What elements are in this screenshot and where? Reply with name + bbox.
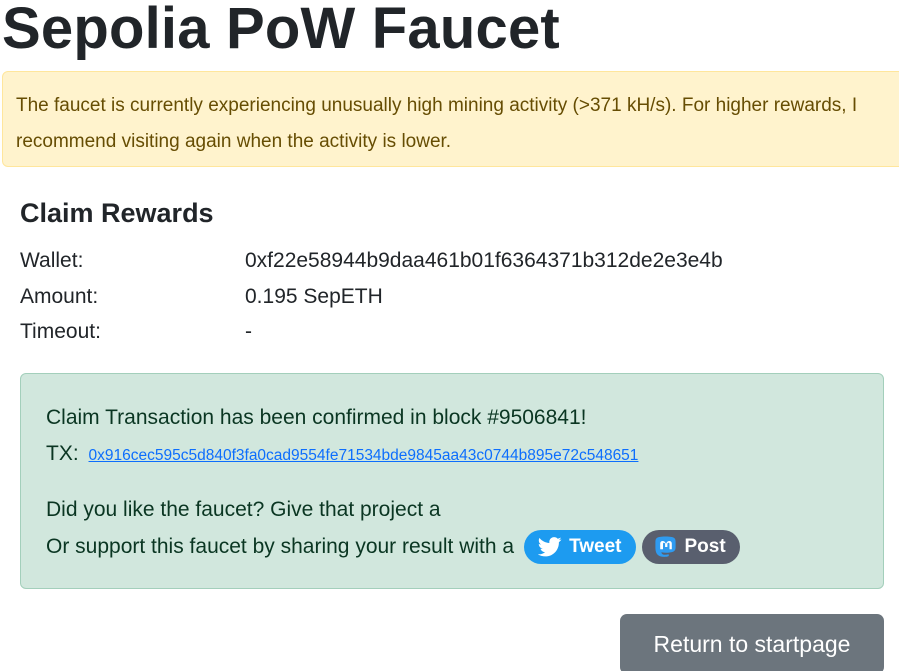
wallet-row: Wallet: 0xf22e58944b9daa461b01f6364371b31… — [20, 247, 723, 275]
warning-text: The faucet is currently experiencing unu… — [16, 95, 858, 152]
wallet-label: Wallet: — [20, 249, 84, 272]
twitter-bird-icon — [538, 537, 562, 557]
tweet-button[interactable]: Tweet — [524, 530, 636, 564]
transaction-hash-link[interactable]: 0x916cec595c5d840f3fa0cad9554fe71534bde9… — [89, 447, 639, 464]
mastodon-post-button[interactable]: Post — [641, 530, 740, 564]
share-line: Or support this faucet by sharing your r… — [46, 530, 740, 564]
wallet-address: 0xf22e58944b9daa461b01f6364371b312de2e3e… — [245, 249, 723, 272]
post-label: Post — [684, 536, 726, 557]
share-message: Or support this faucet by sharing your r… — [46, 535, 515, 558]
confirmation-message: Claim Transaction has been confirmed in … — [46, 406, 587, 429]
timeout-row: Timeout: - — [20, 318, 252, 346]
amount-label: Amount: — [20, 285, 99, 308]
transaction-line: TX: 0x916cec595c5d840f3fa0cad9554fe71534… — [46, 440, 638, 470]
page-title: Sepolia PoW Faucet — [2, 0, 560, 61]
mastodon-icon — [654, 535, 678, 559]
timeout-label: Timeout: — [20, 320, 101, 343]
faucet-page: Sepolia PoW Faucet The faucet is current… — [0, 0, 899, 671]
return-to-startpage-button[interactable]: Return to startpage — [620, 614, 884, 671]
high-activity-warning: The faucet is currently experiencing unu… — [2, 71, 899, 167]
amount-value: 0.195 SepETH — [245, 285, 383, 308]
like-message: Did you like the faucet? Give that proje… — [46, 498, 441, 521]
claim-success-alert: Claim Transaction has been confirmed in … — [20, 373, 884, 589]
tx-label: TX: — [46, 442, 79, 465]
timeout-value: - — [245, 320, 252, 343]
claim-rewards-heading: Claim Rewards — [20, 198, 214, 228]
tweet-label: Tweet — [569, 536, 622, 557]
amount-row: Amount: 0.195 SepETH — [20, 283, 383, 311]
